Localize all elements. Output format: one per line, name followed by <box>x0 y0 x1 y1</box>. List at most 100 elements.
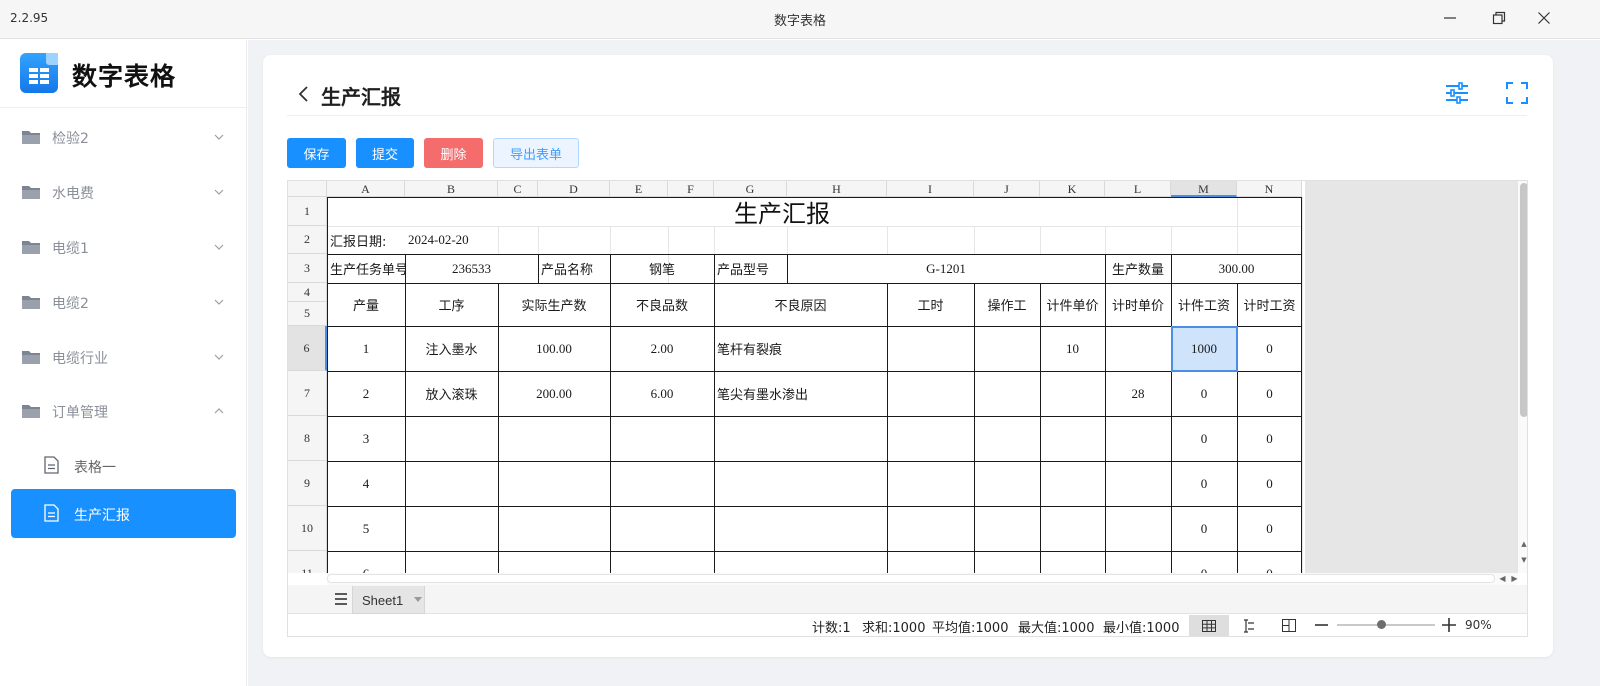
table-data-cell[interactable] <box>887 551 974 573</box>
table-data-cell[interactable] <box>1040 416 1105 461</box>
table-data-cell[interactable] <box>498 551 610 573</box>
report-date-label-cell[interactable]: 汇报日期: <box>327 226 405 254</box>
sidebar-item-cable-2[interactable]: 电缆2 <box>0 275 246 329</box>
table-header-cell[interactable]: 计件工资 <box>1171 283 1237 326</box>
table-data-cell[interactable]: 0 <box>1171 371 1237 416</box>
table-data-cell[interactable] <box>498 461 610 506</box>
row-header[interactable]: 10 <box>288 506 327 551</box>
minimize-button[interactable] <box>1428 0 1472 36</box>
row-header[interactable]: 2 <box>288 226 327 254</box>
scrollbar-thumb[interactable] <box>1520 183 1527 417</box>
table-data-cell[interactable]: 0 <box>1171 551 1237 574</box>
column-header[interactable]: F <box>668 181 714 197</box>
table-data-cell[interactable]: 10 <box>1040 326 1105 371</box>
column-header[interactable]: D <box>538 181 610 197</box>
table-data-cell[interactable] <box>1105 326 1171 371</box>
product-model-label-cell[interactable]: 产品型号 <box>714 254 787 283</box>
row-header[interactable]: 11 <box>288 551 327 573</box>
table-data-cell[interactable] <box>1105 551 1171 573</box>
table-data-cell[interactable]: 200.00 <box>498 371 610 416</box>
row-header[interactable]: 7 <box>288 371 327 416</box>
table-data-cell[interactable] <box>1040 461 1105 506</box>
quantity-cell[interactable]: 300.00 <box>1171 254 1302 283</box>
row-header[interactable]: 1 <box>288 197 327 226</box>
sheet-list-menu-icon[interactable] <box>334 592 348 606</box>
task-number-label-cell[interactable]: 生产任务单号 <box>327 254 405 283</box>
sidebar-item-cable-1[interactable]: 电缆1 <box>0 220 246 274</box>
table-data-cell[interactable]: 0 <box>1237 326 1302 371</box>
table-data-cell[interactable] <box>498 416 610 461</box>
table-data-cell[interactable] <box>1105 461 1171 506</box>
table-data-cell[interactable]: 6.00 <box>610 371 714 416</box>
table-header-cell[interactable]: 计时工资 <box>1237 283 1302 326</box>
table-data-cell[interactable] <box>1040 371 1105 416</box>
table-data-cell[interactable]: 4 <box>327 461 405 506</box>
save-button[interactable]: 保存 <box>287 138 346 168</box>
table-header-cell[interactable]: 工时 <box>887 283 974 326</box>
table-data-cell[interactable] <box>610 551 714 573</box>
zoom-out-icon[interactable] <box>1315 619 1328 631</box>
submit-button[interactable]: 提交 <box>356 138 414 168</box>
table-data-cell[interactable]: 放入滚珠 <box>405 371 498 416</box>
task-number-cell[interactable]: 236533 <box>405 254 538 283</box>
normal-view-button[interactable] <box>1189 615 1229 636</box>
table-data-cell[interactable] <box>405 416 498 461</box>
column-header[interactable]: H <box>787 181 887 197</box>
table-data-cell[interactable] <box>714 461 887 506</box>
scroll-right-arrow-icon[interactable]: ▶ <box>1509 573 1520 585</box>
sheet-tab[interactable]: Sheet1 <box>352 586 425 614</box>
table-header-cell[interactable]: 计件单价 <box>1040 283 1105 326</box>
table-data-cell[interactable] <box>1105 506 1171 551</box>
table-data-cell[interactable] <box>714 416 887 461</box>
table-data-cell[interactable]: 1 <box>327 326 405 371</box>
column-header[interactable]: E <box>610 181 668 197</box>
sidebar-item-production-report[interactable]: 生产汇报 <box>11 489 236 538</box>
table-data-cell[interactable]: 28 <box>1105 371 1171 416</box>
table-data-cell[interactable]: 3 <box>327 416 405 461</box>
select-all-corner[interactable] <box>288 181 327 197</box>
quantity-label-cell[interactable]: 生产数量 <box>1105 254 1171 283</box>
column-header[interactable]: G <box>714 181 787 197</box>
table-data-cell[interactable] <box>974 461 1040 506</box>
sidebar-item-table-one[interactable]: 表格一 <box>11 441 236 490</box>
sidebar-item-inspection-2[interactable]: 检验2 <box>0 110 246 164</box>
table-data-cell[interactable] <box>887 416 974 461</box>
table-data-cell[interactable] <box>498 506 610 551</box>
table-header-cell[interactable]: 实际生产数 <box>498 283 610 326</box>
table-data-cell[interactable] <box>974 326 1040 371</box>
restore-button[interactable] <box>1477 0 1521 36</box>
back-arrow-icon[interactable] <box>297 85 311 103</box>
table-data-cell[interactable] <box>405 461 498 506</box>
sidebar-item-utilities[interactable]: 水电费 <box>0 165 246 219</box>
table-header-cell[interactable]: 不良品数 <box>610 283 714 326</box>
table-data-cell[interactable] <box>887 461 974 506</box>
column-header[interactable]: C <box>498 181 538 197</box>
table-data-cell[interactable] <box>887 371 974 416</box>
table-data-cell[interactable]: 0 <box>1237 506 1302 551</box>
table-header-cell[interactable]: 计时单价 <box>1105 283 1171 326</box>
table-data-cell[interactable] <box>610 416 714 461</box>
table-data-cell[interactable]: 注入墨水 <box>405 326 498 371</box>
row-header[interactable]: 6 <box>288 326 327 371</box>
product-model-cell[interactable]: G-1201 <box>787 254 1105 283</box>
column-header[interactable]: L <box>1105 181 1171 197</box>
column-header[interactable]: A <box>327 181 405 197</box>
table-data-cell[interactable] <box>1040 551 1105 573</box>
scroll-up-arrow-icon[interactable]: ▲ <box>1518 539 1527 550</box>
zoom-slider[interactable] <box>1337 624 1435 626</box>
table-header-cell[interactable]: 操作工 <box>974 283 1040 326</box>
page-layout-view-button[interactable] <box>1229 615 1269 636</box>
spreadsheet-grid[interactable]: A B C D E F G H I J K L M N 1 2 3 4 5 6 7 8 9 10 11 生产汇报 汇报日期: 2024… <box>288 181 1305 573</box>
table-data-cell[interactable]: 笔尖有墨水渗出 <box>714 371 887 416</box>
page-break-view-button[interactable] <box>1269 615 1309 636</box>
sidebar-item-order-management[interactable]: 订单管理 <box>0 384 246 438</box>
table-data-cell[interactable] <box>1040 506 1105 551</box>
table-header-cell[interactable]: 产量 <box>327 283 405 326</box>
column-header[interactable]: K <box>1040 181 1105 197</box>
table-data-cell[interactable]: 0 <box>1237 371 1302 416</box>
table-data-cell[interactable]: 6 <box>327 551 405 574</box>
table-data-cell[interactable] <box>974 416 1040 461</box>
scroll-down-arrow-icon[interactable]: ▼ <box>1518 555 1527 566</box>
table-data-cell[interactable]: 100.00 <box>498 326 610 371</box>
table-data-cell[interactable] <box>887 326 974 371</box>
